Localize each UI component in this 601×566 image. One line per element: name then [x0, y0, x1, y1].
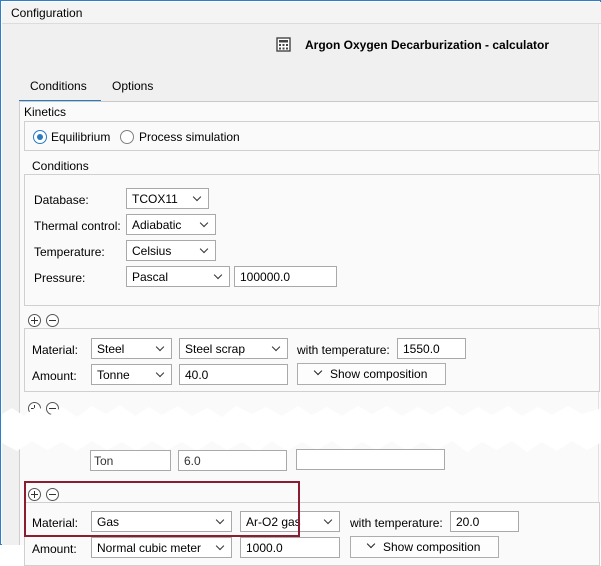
with-temperature-label-2: with temperature: [350, 516, 443, 530]
chevron-down-icon [366, 539, 376, 549]
amount-label-2: Amount: [32, 542, 77, 556]
material-label: Material: [32, 343, 79, 357]
partial-unit-text: Ton [94, 454, 114, 468]
calculator-icon [276, 37, 291, 52]
material-group-steel: Material: Steel Steel scrap with tempera… [24, 328, 600, 392]
conditions-group: Database: TCOX11 Thermal control: Adiaba… [24, 174, 600, 306]
radio-process-simulation[interactable] [120, 130, 134, 144]
radio-equilibrium[interactable] [33, 130, 47, 144]
radio-process-simulation-label[interactable]: Process simulation [139, 130, 240, 144]
temperature-unit-dropdown[interactable]: Celsius [126, 240, 216, 261]
material-name-dropdown[interactable]: Steel scrap [179, 338, 288, 359]
thermal-control-dropdown[interactable]: Adiabatic [126, 214, 216, 235]
database-label: Database: [34, 193, 89, 207]
calculator-title: Argon Oxygen Decarburization - calculato… [305, 38, 550, 52]
pressure-input[interactable]: 100000.0 [234, 266, 337, 287]
radio-equilibrium-label[interactable]: Equilibrium [51, 130, 110, 144]
amount-unit-dropdown-2[interactable]: Normal cubic meter [91, 537, 232, 558]
tab-options[interactable]: Options [112, 77, 162, 102]
database-dropdown[interactable]: TCOX11 [126, 188, 209, 209]
show-composition-label-2: Show composition [383, 540, 481, 554]
add-material-icon[interactable] [28, 314, 41, 327]
show-composition-button[interactable]: Show composition [297, 363, 446, 385]
material-temperature-input-2[interactable]: 20.0 [450, 511, 519, 532]
window-title: Configuration [11, 6, 83, 20]
amount-input-2[interactable]: 1000.0 [240, 537, 340, 558]
amount-unit-dropdown[interactable]: Tonne [91, 364, 172, 385]
thermal-control-label: Thermal control: [34, 219, 121, 233]
tab-conditions[interactable]: Conditions [19, 77, 101, 102]
show-composition-button-2[interactable]: Show composition [350, 536, 499, 558]
remove-material-icon[interactable] [46, 314, 59, 327]
window-titlebar: Configuration [2, 2, 601, 24]
tab-content: Kinetics Equilibrium Process simulation … [2, 101, 601, 566]
material-type-dropdown[interactable]: Steel [91, 338, 172, 359]
highlight-box [24, 481, 300, 537]
window-frame: Configuration Argon Oxygen Decarburizati… [0, 0, 601, 566]
amount-input[interactable]: 40.0 [179, 364, 288, 385]
material-temperature-input[interactable]: 1550.0 [397, 338, 466, 359]
partial-show-composition-button[interactable] [296, 449, 445, 470]
temperature-label: Temperature: [34, 245, 105, 259]
kinetics-group: Equilibrium Process simulation [24, 121, 600, 151]
main-panel: Argon Oxygen Decarburization - calculato… [2, 24, 601, 566]
pressure-label: Pressure: [34, 271, 86, 285]
show-composition-label: Show composition [330, 367, 428, 381]
kinetics-label: Kinetics [24, 105, 67, 119]
pressure-unit-dropdown[interactable]: Pascal [126, 266, 230, 287]
with-temperature-label: with temperature: [297, 343, 390, 357]
partial-value-text: 6.0 [184, 454, 201, 468]
amount-label: Amount: [32, 369, 77, 383]
chevron-down-icon [313, 366, 323, 376]
conditions-label: Conditions [32, 159, 89, 173]
